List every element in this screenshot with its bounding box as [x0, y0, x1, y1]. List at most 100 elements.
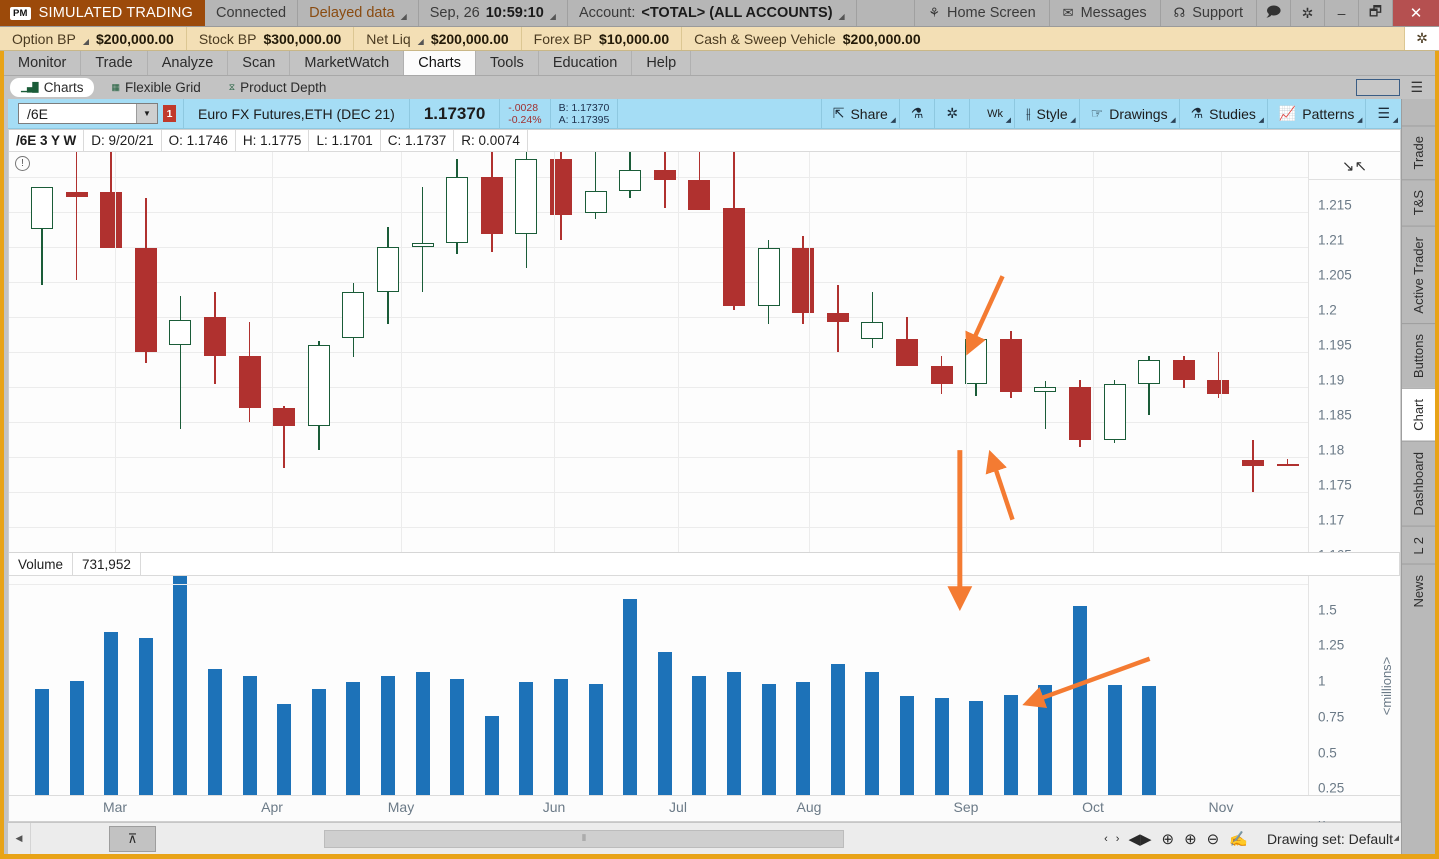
- layout-selector-box[interactable]: [1356, 79, 1401, 96]
- candle-body: [1242, 460, 1264, 467]
- pan-button[interactable]: ◀▶: [1123, 830, 1156, 848]
- subtab-charts[interactable]: ▁▄█ Charts: [10, 78, 95, 97]
- chart-tool-studies[interactable]: ⚗ Studies ◢: [1178, 99, 1267, 128]
- home-screen-button[interactable]: ⚘ Home Screen: [915, 0, 1050, 26]
- minimize-button[interactable]: –: [1325, 0, 1359, 26]
- menu-item-education[interactable]: Education: [539, 51, 633, 75]
- option-bp[interactable]: Option BP ◢ $200,000.00: [0, 27, 187, 50]
- menu-item-help[interactable]: Help: [632, 51, 692, 75]
- menu-item-tools[interactable]: Tools: [476, 51, 539, 75]
- sidebar-tab-buttons[interactable]: Buttons: [1402, 323, 1435, 389]
- menu-item-scan[interactable]: Scan: [228, 51, 291, 75]
- chart-tool-label: Patterns: [1302, 105, 1355, 122]
- volume-axis[interactable]: 1.51.2510.750.50.250 <millions>: [1308, 576, 1400, 832]
- chart-tool-patterns[interactable]: 📈 Patterns ◢: [1266, 99, 1366, 128]
- volume-bar: [138, 637, 153, 795]
- sidebar-tab-news[interactable]: News: [1402, 564, 1435, 618]
- price-axis[interactable]: ↘↖ 1.215 1.21 1.205 1.2 1.195 1.19 1.185 1.18 1.…: [1308, 152, 1400, 563]
- chevron-down-icon[interactable]: ▼: [136, 104, 157, 123]
- account-selector[interactable]: Account: <TOTAL> (ALL ACCOUNTS) ◢: [568, 0, 857, 26]
- menu-item-marketwatch[interactable]: MarketWatch: [290, 51, 405, 75]
- scroll-left-button[interactable]: ◀: [8, 823, 31, 854]
- time-scrollbar[interactable]: ⦀: [156, 823, 1100, 854]
- step-left-button[interactable]: ‹: [1100, 833, 1112, 845]
- home-screen-label: Home Screen: [947, 5, 1036, 21]
- sidebar-tab-t-s[interactable]: T&S: [1402, 179, 1435, 226]
- price-gridline: [9, 457, 1308, 459]
- info-marker-icon[interactable]: !: [15, 156, 30, 171]
- price-plot-area[interactable]: !: [9, 152, 1308, 552]
- candle-body: [1069, 387, 1091, 440]
- ohlc-spacer: [528, 130, 1400, 151]
- subtab-product-depth[interactable]: ⧖ Product Depth: [218, 78, 338, 97]
- sidebar-tab-dashboard[interactable]: Dashboard: [1402, 441, 1435, 526]
- support-button[interactable]: ☊ Support: [1161, 0, 1257, 26]
- sidebar-tab-l-2[interactable]: L 2: [1402, 525, 1435, 565]
- chart-subtabs: ▁▄█ Charts ▦ Flexible Grid ⧖ Product Depth ☰: [4, 76, 1435, 99]
- symbol-badge[interactable]: 1: [163, 105, 176, 122]
- zoom-out-button[interactable]: ⊖: [1202, 830, 1225, 848]
- chat-button[interactable]: 🗩: [1257, 0, 1291, 26]
- time-axis[interactable]: Mar Apr May Jun Jul Aug Sep Oct Nov: [9, 795, 1400, 821]
- menu-item-charts[interactable]: Charts: [404, 51, 476, 75]
- candle-body: [342, 292, 365, 338]
- titlebar-spacer: [857, 0, 916, 26]
- crosshair-button[interactable]: ⊕: [1157, 830, 1180, 848]
- maximize-button[interactable]: 🗗: [1359, 0, 1393, 26]
- month-gridline: [678, 152, 679, 552]
- hand-tool-button[interactable]: ✍: [1224, 830, 1253, 848]
- volume-plot-area[interactable]: [9, 576, 1308, 795]
- clock[interactable]: Sep, 26 10:59:10 ◢: [419, 0, 568, 26]
- drawing-set-selector[interactable]: Drawing set: Default ◢: [1253, 831, 1401, 847]
- candle-body: [896, 339, 918, 367]
- step-right-button[interactable]: ›: [1112, 833, 1124, 845]
- subtab-flexible-grid[interactable]: ▦ Flexible Grid: [100, 78, 211, 97]
- chart-tool-drawings[interactable]: ☞ Drawings ◢: [1078, 99, 1179, 128]
- menu-item-analyze[interactable]: Analyze: [148, 51, 229, 75]
- right-sidebar: Trade T&S Active Trader Buttons Chart Dashboa…: [1401, 99, 1435, 854]
- scrollbar-thumb[interactable]: ⦀: [324, 829, 844, 848]
- chevron-down-icon: ◢: [549, 11, 556, 21]
- candle-body: [619, 169, 642, 191]
- sidebar-tab-trade[interactable]: Trade: [1402, 125, 1435, 180]
- menu-item-trade[interactable]: Trade: [81, 51, 148, 75]
- candle-wick: [179, 295, 182, 430]
- settings-button[interactable]: ✲: [1291, 0, 1325, 26]
- axis-settings-button[interactable]: ↘↖: [1309, 152, 1400, 180]
- chart-tool-style[interactable]: ⫲ Style ◢: [1014, 99, 1079, 128]
- zoom-out-icon: ⊖: [1206, 830, 1220, 848]
- symbol-input[interactable]: /6E ▼: [18, 103, 158, 124]
- drawing-set-label: Drawing set: Default: [1266, 830, 1393, 847]
- bp-settings-button[interactable]: ✲: [1405, 27, 1439, 50]
- menu-item-monitor[interactable]: Monitor: [4, 51, 82, 75]
- change-percent: -0.24%: [508, 113, 542, 126]
- chart-panes: ! ↘↖ 1.215 1.21 1.205 1.2 1.195 1.19 1.185 1.18…: [9, 152, 1400, 832]
- candle-body: [134, 248, 157, 352]
- close-button[interactable]: ✕: [1393, 0, 1439, 26]
- sidebar-tab-active-trader[interactable]: Active Trader: [1402, 225, 1435, 324]
- delayed-data-status[interactable]: Delayed data ◢: [298, 0, 419, 26]
- sidebar-tab-chart[interactable]: Chart: [1402, 388, 1435, 442]
- net-liq[interactable]: Net Liq ◢ $200,000.00: [354, 27, 522, 50]
- symbol-description: Euro FX Futures,ETH (DEC 21): [183, 99, 410, 128]
- chart-tool-list-menu[interactable]: ☰ ◢: [1365, 99, 1401, 128]
- chart-tool-gear[interactable]: ✲: [934, 99, 969, 128]
- chart-tool-flask[interactable]: ⚗: [898, 99, 935, 128]
- volume-bar: [830, 663, 845, 795]
- candle-body: [204, 316, 226, 356]
- chevron-left-icon: ‹: [1104, 832, 1108, 845]
- volume-header-spacer: [141, 553, 1400, 575]
- time-tick: Oct: [1082, 799, 1104, 815]
- chart-title: /6E 3 Y W: [9, 130, 85, 151]
- chart-tool-wk[interactable]: Wk ◢: [969, 99, 1014, 128]
- messages-button[interactable]: ✉ Messages: [1050, 0, 1161, 26]
- zoom-in-button[interactable]: ⊕: [1179, 830, 1202, 848]
- volume-gridline: [9, 584, 1308, 585]
- price-tick: 1.18: [1318, 442, 1345, 458]
- reset-zoom-button[interactable]: ⊼: [109, 825, 156, 852]
- price-gridline: [9, 246, 1308, 248]
- subtabs-menu-button[interactable]: ☰: [1410, 79, 1435, 96]
- chart-tool-share[interactable]: ⇱ Share ◢: [820, 99, 899, 128]
- ohlc-low: L: 1.1701: [309, 130, 381, 151]
- price-tick: 1.17: [1318, 512, 1345, 528]
